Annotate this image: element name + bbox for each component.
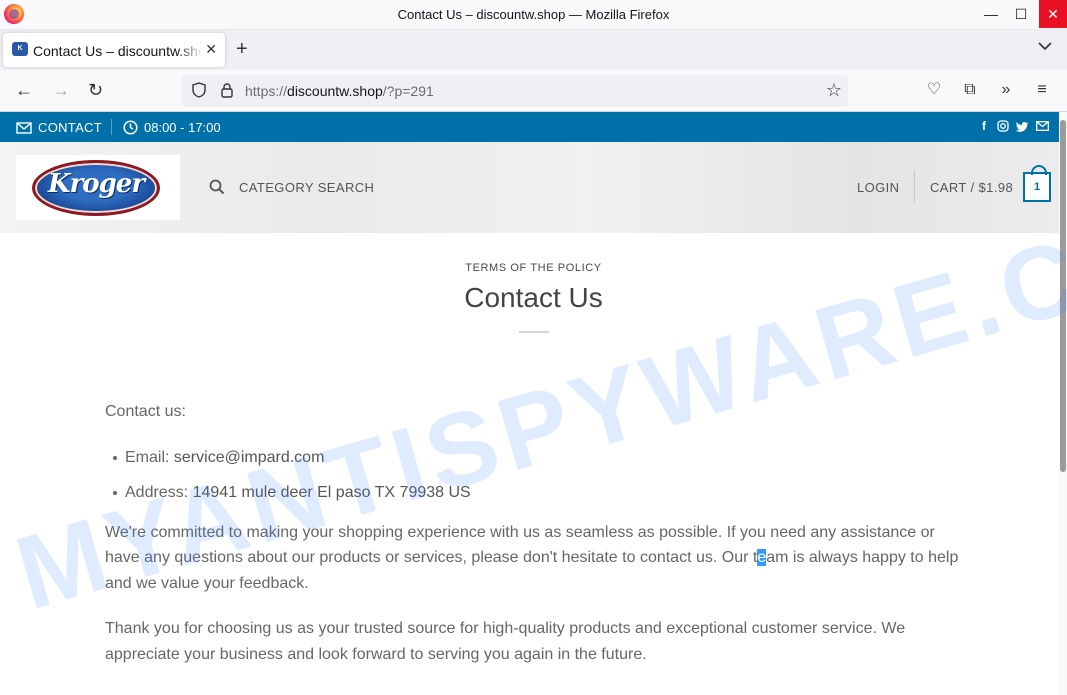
- contact-body: Contact us: Email: service@impard.com Ad…: [105, 399, 965, 687]
- search-icon: [209, 179, 225, 195]
- tab-label: Contact Us – discountw.shop: [33, 43, 203, 59]
- page-title: Contact Us: [464, 282, 603, 313]
- topbar-hours-text: 08:00 - 17:00: [144, 120, 221, 135]
- contact-details-list: Email: service@impard.com Address: 14941…: [113, 445, 965, 506]
- twitter-icon[interactable]: [1016, 121, 1029, 132]
- envelope-icon: [16, 121, 32, 134]
- chevron-down-icon: [1038, 42, 1052, 51]
- window-titlebar: Contact Us – discountw.shop — Mozilla Fi…: [0, 0, 1067, 30]
- body-paragraph-1: We're committed to making your shopping …: [105, 523, 959, 592]
- facebook-icon[interactable]: f: [978, 120, 990, 132]
- page-scrollbar[interactable]: [1059, 112, 1067, 695]
- topbar-divider: [111, 119, 112, 135]
- site-favicon-icon: K: [12, 42, 28, 56]
- contact-email: service@impard.com: [173, 448, 325, 466]
- list-item: Email: service@impard.com: [113, 445, 965, 471]
- instagram-icon[interactable]: [997, 120, 1009, 132]
- site-header: Kroger CATEGORY SEARCH LOGIN CART / $1.9…: [0, 142, 1067, 233]
- minimize-button[interactable]: —: [976, 0, 1006, 28]
- hamburger-menu-icon[interactable]: ≡: [1032, 80, 1052, 100]
- bookmark-star-icon[interactable]: ☆: [826, 80, 842, 101]
- maximize-button[interactable]: ☐: [1006, 0, 1036, 28]
- extensions-icon[interactable]: ⧉: [960, 80, 980, 100]
- header-divider: [914, 170, 915, 202]
- clock-icon: [123, 120, 138, 135]
- list-item: Address: 14941 mule deer El paso TX 7993…: [113, 480, 965, 506]
- tab-close-icon[interactable]: ✕: [205, 41, 217, 58]
- category-search[interactable]: CATEGORY SEARCH: [209, 179, 374, 195]
- tab-contact-us[interactable]: K Contact Us – discountw.shop ✕: [3, 33, 225, 67]
- address-bar[interactable]: https://discountw.shop/?p=291 ☆: [182, 75, 848, 107]
- cart-link[interactable]: CART / $1.98: [930, 180, 1013, 195]
- url-text[interactable]: https://discountw.shop/?p=291: [245, 83, 434, 99]
- scrollbar-thumb[interactable]: [1060, 120, 1066, 472]
- logo-wordmark: Kroger: [47, 169, 145, 199]
- social-links: f: [978, 120, 1049, 132]
- contact-intro: Contact us:: [105, 403, 186, 420]
- shield-icon[interactable]: [192, 82, 206, 98]
- navigation-toolbar: ← → ↻ https://discountw.shop/?p=291 ☆ ♡ …: [0, 70, 1067, 112]
- login-link[interactable]: LOGIN: [857, 180, 899, 195]
- reload-button[interactable]: ↻: [88, 80, 103, 100]
- text-selection: e: [757, 549, 767, 566]
- site-topbar: CONTACT 08:00 - 17:00 f: [0, 112, 1067, 142]
- topbar-contact-link[interactable]: CONTACT: [16, 120, 102, 135]
- overflow-menu-icon[interactable]: »: [996, 80, 1016, 100]
- contact-address: 14941 mule deer El paso TX 79938 US: [192, 484, 471, 501]
- site-logo[interactable]: Kroger: [16, 155, 180, 220]
- topbar-contact-label: CONTACT: [38, 120, 102, 135]
- lock-icon[interactable]: [220, 82, 234, 98]
- window-title: Contact Us – discountw.shop — Mozilla Fi…: [397, 7, 670, 22]
- topbar-hours: 08:00 - 17:00: [123, 120, 221, 135]
- new-tab-button[interactable]: +: [236, 38, 248, 61]
- tab-strip: K Contact Us – discountw.shop ✕ +: [0, 30, 1067, 70]
- pocket-icon[interactable]: ♡: [924, 80, 944, 100]
- email-icon[interactable]: [1036, 121, 1049, 131]
- breadcrumb[interactable]: TERMS OF THE POLICY: [0, 262, 1067, 274]
- list-all-tabs-button[interactable]: [1038, 40, 1052, 54]
- category-search-label: CATEGORY SEARCH: [239, 179, 375, 195]
- back-button[interactable]: ←: [15, 80, 33, 100]
- page-viewport: CONTACT 08:00 - 17:00 f Kroger CATEGORY …: [0, 112, 1067, 695]
- close-window-button[interactable]: ✕: [1039, 0, 1067, 28]
- cart-count-badge[interactable]: 1: [1023, 165, 1051, 202]
- forward-button[interactable]: →: [52, 80, 70, 100]
- body-paragraph-2: Thank you for choosing us as your truste…: [105, 620, 906, 663]
- title-divider: [519, 331, 549, 333]
